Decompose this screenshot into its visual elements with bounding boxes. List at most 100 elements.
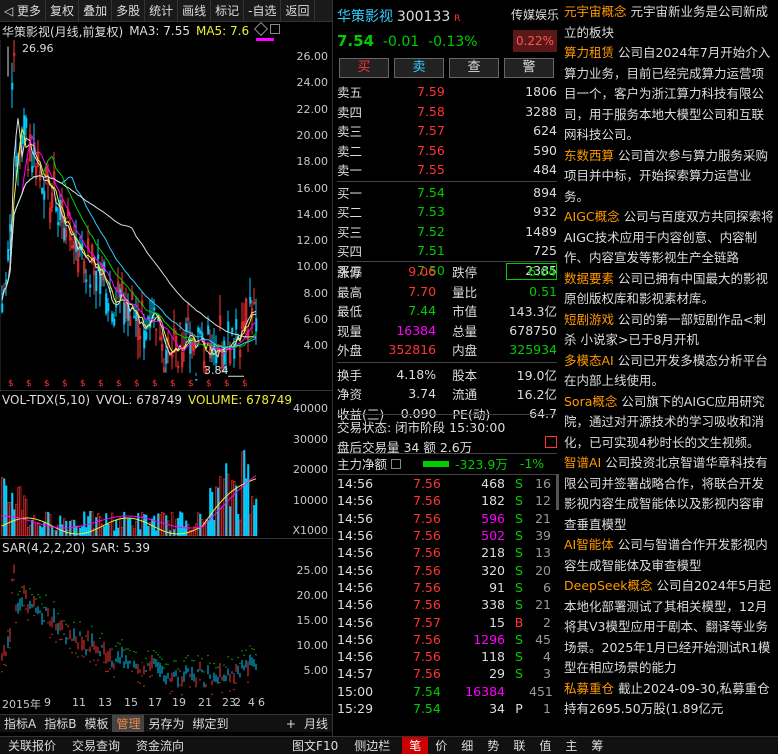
indicator-tab-4[interactable]: 另存为 <box>144 715 188 732</box>
indicator-tab-7[interactable]: 月线 <box>300 715 332 732</box>
candle-body <box>1 303 4 313</box>
statusbar-item-0[interactable]: 关联报价 <box>0 737 64 754</box>
concept-tag[interactable]: 东数西算 <box>564 148 614 163</box>
sar-dot <box>255 654 257 656</box>
tick-count: 45 <box>535 631 551 647</box>
candle-body <box>123 302 126 325</box>
sar-dot <box>121 639 123 641</box>
side-tab-5[interactable]: 值 <box>532 737 558 754</box>
quote-panel: 华策影视 300133 R 传媒娱乐 0.22% 7.54 -0.01 -0.1… <box>332 0 560 736</box>
tick-row: 14:56 7.56 596 S 21 <box>337 510 557 527</box>
statusbar-item-3[interactable]: 图文F10 <box>284 737 346 754</box>
concept-tag[interactable]: 数据要素 <box>564 271 614 286</box>
concept-tag[interactable]: DeepSeek概念 <box>564 578 653 593</box>
toolbar-item-6[interactable]: 标记 <box>211 0 245 22</box>
sar-dot <box>247 681 249 683</box>
sell-button[interactable]: 卖 <box>394 58 444 78</box>
orderbook-price[interactable]: 7.54 <box>417 185 497 200</box>
sar-dot <box>207 654 209 657</box>
statusbar-item-1[interactable]: 交易查询 <box>64 737 128 754</box>
tick-scrollbar[interactable] <box>556 474 559 510</box>
candle-body <box>231 327 234 333</box>
orderbook-price[interactable]: 7.57 <box>417 123 497 138</box>
side-tab-6[interactable]: 主 <box>558 737 584 754</box>
toolbar-item-3[interactable]: 多股 <box>112 0 146 22</box>
concept-tag[interactable]: Sora概念 <box>564 394 617 409</box>
candle-body <box>199 330 202 335</box>
indicator-tab-5[interactable]: 绑定到 <box>189 715 233 732</box>
orderbook-price[interactable]: 7.53 <box>417 204 497 219</box>
concept-tag[interactable]: 私募重仓 <box>564 681 614 696</box>
orderbook-price[interactable]: 7.51 <box>417 243 497 258</box>
tick-direction: S <box>515 510 523 526</box>
toolbar-item-8[interactable]: 返回 <box>281 0 315 22</box>
tick-row: 14:56 7.56 118 S 4 <box>337 648 557 665</box>
query-button[interactable]: 查 <box>449 58 499 78</box>
volume-bar <box>79 527 82 536</box>
tick-price: 7.56 <box>413 510 441 526</box>
sar-dot <box>101 632 103 635</box>
alert-button[interactable]: 警 <box>504 58 554 78</box>
side-tab-3[interactable]: 势 <box>480 737 506 754</box>
orderbook-label: 卖五 <box>337 85 363 101</box>
sar-dot <box>243 654 245 656</box>
tick-row: 14:56 7.57 15 B 2 <box>337 613 557 630</box>
concept-tag[interactable]: 智谱AI <box>564 455 601 470</box>
concept-tag[interactable]: 多模态AI <box>564 353 614 368</box>
sector-name[interactable]: 传媒娱乐 <box>511 6 559 23</box>
indicator-tab-1[interactable]: 指标B <box>40 715 80 732</box>
price-change: -0.01 <box>382 34 420 50</box>
tick-price: 7.54 <box>413 683 441 699</box>
sar-dot <box>47 622 49 624</box>
candle-body <box>153 307 156 311</box>
side-tab-2[interactable]: 细 <box>454 737 480 754</box>
sar-dot <box>131 670 133 672</box>
side-tab-7[interactable]: 筹 <box>584 737 610 754</box>
stat-value: 143.3亿 <box>508 304 558 320</box>
expand-icon[interactable] <box>545 436 557 448</box>
side-tab-0[interactable]: 笔 <box>402 737 429 754</box>
concept-tag[interactable]: 元宇宙概念 <box>564 4 627 19</box>
side-tab-4[interactable]: 联 <box>506 737 532 754</box>
netflow-menu-icon[interactable] <box>391 458 402 469</box>
tick-price: 7.56 <box>413 597 441 613</box>
concept-tag[interactable]: 算力租赁 <box>564 45 614 60</box>
orderbook-price[interactable]: 7.59 <box>417 84 497 99</box>
orderbook-price[interactable]: 7.55 <box>417 162 497 177</box>
sar-dot <box>83 656 85 658</box>
stat-label: 现量 <box>337 323 363 339</box>
buy-button[interactable]: 买 <box>339 58 389 78</box>
concept-tag[interactable]: 短剧游戏 <box>564 312 614 327</box>
tick-volume: 34 <box>489 701 505 716</box>
indicator-tab-2[interactable]: 模板 <box>80 715 112 732</box>
indicator-tab-6[interactable]: + <box>282 717 300 731</box>
toolbar-item-5[interactable]: 画线 <box>178 0 212 22</box>
orderbook-volume: 932 <box>533 204 557 220</box>
orderbook-price[interactable]: 7.58 <box>417 104 497 119</box>
concept-tag[interactable]: AI智能体 <box>564 537 614 552</box>
statusbar-item-2[interactable]: 资金流向 <box>128 737 192 754</box>
tick-time: 14:56 <box>337 493 374 509</box>
toolbar-item-4[interactable]: 统计 <box>145 0 179 22</box>
volume-bar <box>207 519 210 536</box>
orderbook-price[interactable]: 7.56 <box>417 143 497 158</box>
concept-tag[interactable]: AIGC概念 <box>564 209 620 224</box>
sar-dot <box>119 643 121 645</box>
orderbook-price[interactable]: 7.52 <box>417 224 497 239</box>
statusbar-item-4[interactable]: 侧边栏 <box>346 737 398 754</box>
indicator-tab-3[interactable]: 管理 <box>112 715 145 732</box>
toolbar-item-1[interactable]: 复权 <box>46 0 80 22</box>
window-icon[interactable] <box>270 24 280 34</box>
toolbar-item-2[interactable]: 叠加 <box>79 0 113 22</box>
volume-bar <box>81 526 84 536</box>
toolbar-item-0[interactable]: ◁ 更多 <box>0 0 47 22</box>
tick-direction: S <box>515 562 523 578</box>
concept-panel: 元宇宙概念 元宇宙新业务是公司新成立的板块 算力租赁 公司自2024年7月开始介入… <box>560 0 778 736</box>
volume-bar <box>53 530 56 536</box>
volume-bar <box>19 486 22 536</box>
side-tab-1[interactable]: 价 <box>428 737 454 754</box>
kline-ytick: 6.00 <box>303 313 329 326</box>
indicator-tab-0[interactable]: 指标A <box>0 715 40 732</box>
sar-dot <box>161 658 163 660</box>
toolbar-item-7[interactable]: -自选 <box>244 0 282 22</box>
